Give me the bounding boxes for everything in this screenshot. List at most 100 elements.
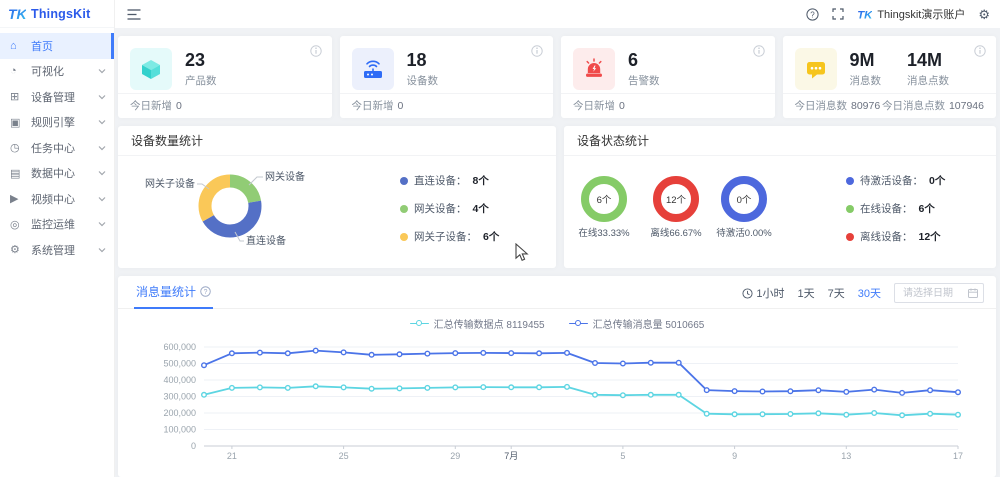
device-status-title: 设备状态统计 <box>564 126 996 156</box>
stat-cards-row: 23 产品数 今日新增 0 18 设备数 今日新增 0 6 告警数 今日新增 0… <box>118 36 996 118</box>
data-icon: ▤ <box>10 167 21 180</box>
chevron-down-icon <box>98 247 106 253</box>
message-points-label: 消息点数 <box>907 75 949 88</box>
status-ring-0[interactable]: 6个 在线33.33% <box>578 176 630 239</box>
legend-dot <box>400 176 408 185</box>
svg-text:100,000: 100,000 <box>163 425 196 435</box>
sidebar-item-task-center[interactable]: ◷ 任务中心 <box>0 135 114 161</box>
devices-label: 设备数 <box>406 75 439 88</box>
legend-item[interactable]: 待激活设备： 0个 <box>846 173 945 188</box>
footer-label: 今日消息数 <box>794 100 848 112</box>
legend-marker <box>568 320 588 327</box>
legend-item[interactable]: 直连设备： 8个 <box>400 173 489 188</box>
tab-label: 消息量统计 <box>136 285 197 299</box>
svg-text:21: 21 <box>227 451 237 461</box>
fullscreen-icon[interactable] <box>832 8 844 20</box>
info-icon[interactable] <box>974 45 986 57</box>
svg-text:17: 17 <box>953 451 963 461</box>
ring-chart: 6个 <box>581 176 627 222</box>
sidebar-item-home[interactable]: ⌂ 首页 <box>0 33 114 59</box>
info-icon[interactable] <box>309 45 322 57</box>
device-count-panel: 设备数量统计 网关设备 直连设备 网关子设备 直连设备： 8个 网关设备： 4个 网关子… <box>118 126 556 268</box>
svg-text:13: 13 <box>841 451 851 461</box>
chevron-down-icon <box>98 94 106 100</box>
footer-label: 今日新增 <box>573 100 615 112</box>
footer-value: 0 <box>397 99 404 112</box>
svg-text:200,000: 200,000 <box>163 408 196 418</box>
svg-text:0: 0 <box>191 441 196 451</box>
products-count: 23 <box>185 49 206 70</box>
legend-item[interactable]: 在线设备： 6个 <box>846 201 935 216</box>
status-ring-1[interactable]: 12个 离线66.67% <box>650 176 702 239</box>
svg-text:400,000: 400,000 <box>163 375 196 385</box>
svg-text:25: 25 <box>339 451 349 461</box>
chevron-down-icon <box>98 120 106 125</box>
home-icon: ⌂ <box>10 39 17 52</box>
gear-icon[interactable]: ⚙ <box>978 8 990 21</box>
message-line-chart[interactable]: 0 100,000 200,000 300,000 400,000 500,000 600,… <box>118 328 996 473</box>
alarms-label: 告警数 <box>628 75 660 88</box>
date-range-input[interactable] <box>894 283 984 303</box>
info-icon[interactable] <box>752 45 765 57</box>
tab-message-stats[interactable]: 消息量统计 ? <box>134 275 214 309</box>
messages-count: 9M <box>849 49 875 70</box>
messages-label: 消息数 <box>849 75 882 88</box>
help-icon[interactable]: ? <box>806 7 819 21</box>
card-messages: 9M 消息数 14M 消息点数 今日消息数 80976 今日消息点数 107946 <box>782 36 996 118</box>
chevron-down-icon <box>98 145 106 151</box>
svg-text:网关设备: 网关设备 <box>265 170 305 183</box>
alarms-count: 6 <box>628 49 639 70</box>
info-icon[interactable] <box>531 45 543 57</box>
status-ring-2[interactable]: 0个 待激活0.00% <box>716 176 772 239</box>
cube-icon <box>130 48 172 90</box>
svg-text:网关子设备: 网关子设备 <box>145 177 195 190</box>
legend-item[interactable]: 网关子设备： 6个 <box>400 229 499 244</box>
footer-value: 0 <box>619 99 625 112</box>
filter-1小时[interactable]: 1小时 <box>742 285 785 301</box>
footer-value: 107946 <box>948 100 984 112</box>
message-points-count: 14M <box>907 49 943 70</box>
sidebar-item-data-center[interactable]: ▤ 数据中心 <box>0 161 114 187</box>
svg-text:500,000: 500,000 <box>163 359 196 369</box>
chevron-down-icon <box>98 196 106 202</box>
footer-label: 今日新增 <box>351 100 394 112</box>
question-circle-icon: ? <box>200 286 211 297</box>
ring-chart: 12个 <box>653 176 699 222</box>
devices-count: 18 <box>406 49 427 70</box>
thingskit-logo-icon: TK <box>8 6 26 22</box>
sidebar-item-monitor-ops[interactable]: ◎ 监控运维 <box>0 212 114 238</box>
svg-text:29: 29 <box>450 451 460 461</box>
gateway-icon <box>351 48 394 90</box>
legend-item[interactable]: 离线设备： 12个 <box>846 229 941 244</box>
filter-7天[interactable]: 7天 <box>828 285 845 301</box>
alarm-icon <box>573 48 615 90</box>
device-icon: ⊞ <box>10 91 20 104</box>
calendar-icon <box>968 288 978 298</box>
filter-1天[interactable]: 1天 <box>798 285 815 301</box>
footer-label: 今日新增 <box>130 100 172 112</box>
sidebar-item-rule-engine[interactable]: ▣ 规则引擎 <box>0 110 114 136</box>
svg-text:7月: 7月 <box>504 451 518 461</box>
collapse-menu-icon[interactable] <box>127 8 141 20</box>
legend-item[interactable]: 网关设备： 4个 <box>400 201 489 216</box>
account-menu[interactable]: TK Thingskit演示账户 <box>857 6 966 22</box>
legend-dot <box>400 204 408 213</box>
footer-value: 80976 <box>851 100 881 112</box>
message-icon <box>794 48 837 90</box>
sidebar-item-visualization[interactable]: ◔ 可视化 <box>0 59 114 85</box>
footer-value: 0 <box>176 99 182 112</box>
sidebar-item-system-management[interactable]: ⚙ 系统管理 <box>0 237 114 263</box>
device-count-donut-chart[interactable]: 网关设备直连设备 网关子设备 <box>118 156 556 267</box>
svg-text:300,000: 300,000 <box>163 392 196 402</box>
account-name: Thingskit演示账户 <box>877 9 966 21</box>
svg-text:5: 5 <box>620 451 625 461</box>
sidebar-item-device-management[interactable]: ⊞ 设备管理 <box>0 84 114 110</box>
sidebar-item-video-center[interactable]: ▶ 视频中心 <box>0 186 114 212</box>
card-devices: 18 设备数 今日新增 0 <box>339 36 553 118</box>
card-products: 23 产品数 今日新增 0 <box>118 36 332 118</box>
filter-30天[interactable]: 30天 <box>858 285 881 301</box>
clock-icon <box>742 287 753 299</box>
sidebar: TK ThingsKit ⌂ 首页 ◔ 可视化 ⊞ 设备管理 ▣ 规则引擎 ◷ 任务中心… <box>0 0 115 477</box>
chevron-down-icon <box>98 171 106 176</box>
svg-text:直连设备: 直连设备 <box>246 234 286 247</box>
